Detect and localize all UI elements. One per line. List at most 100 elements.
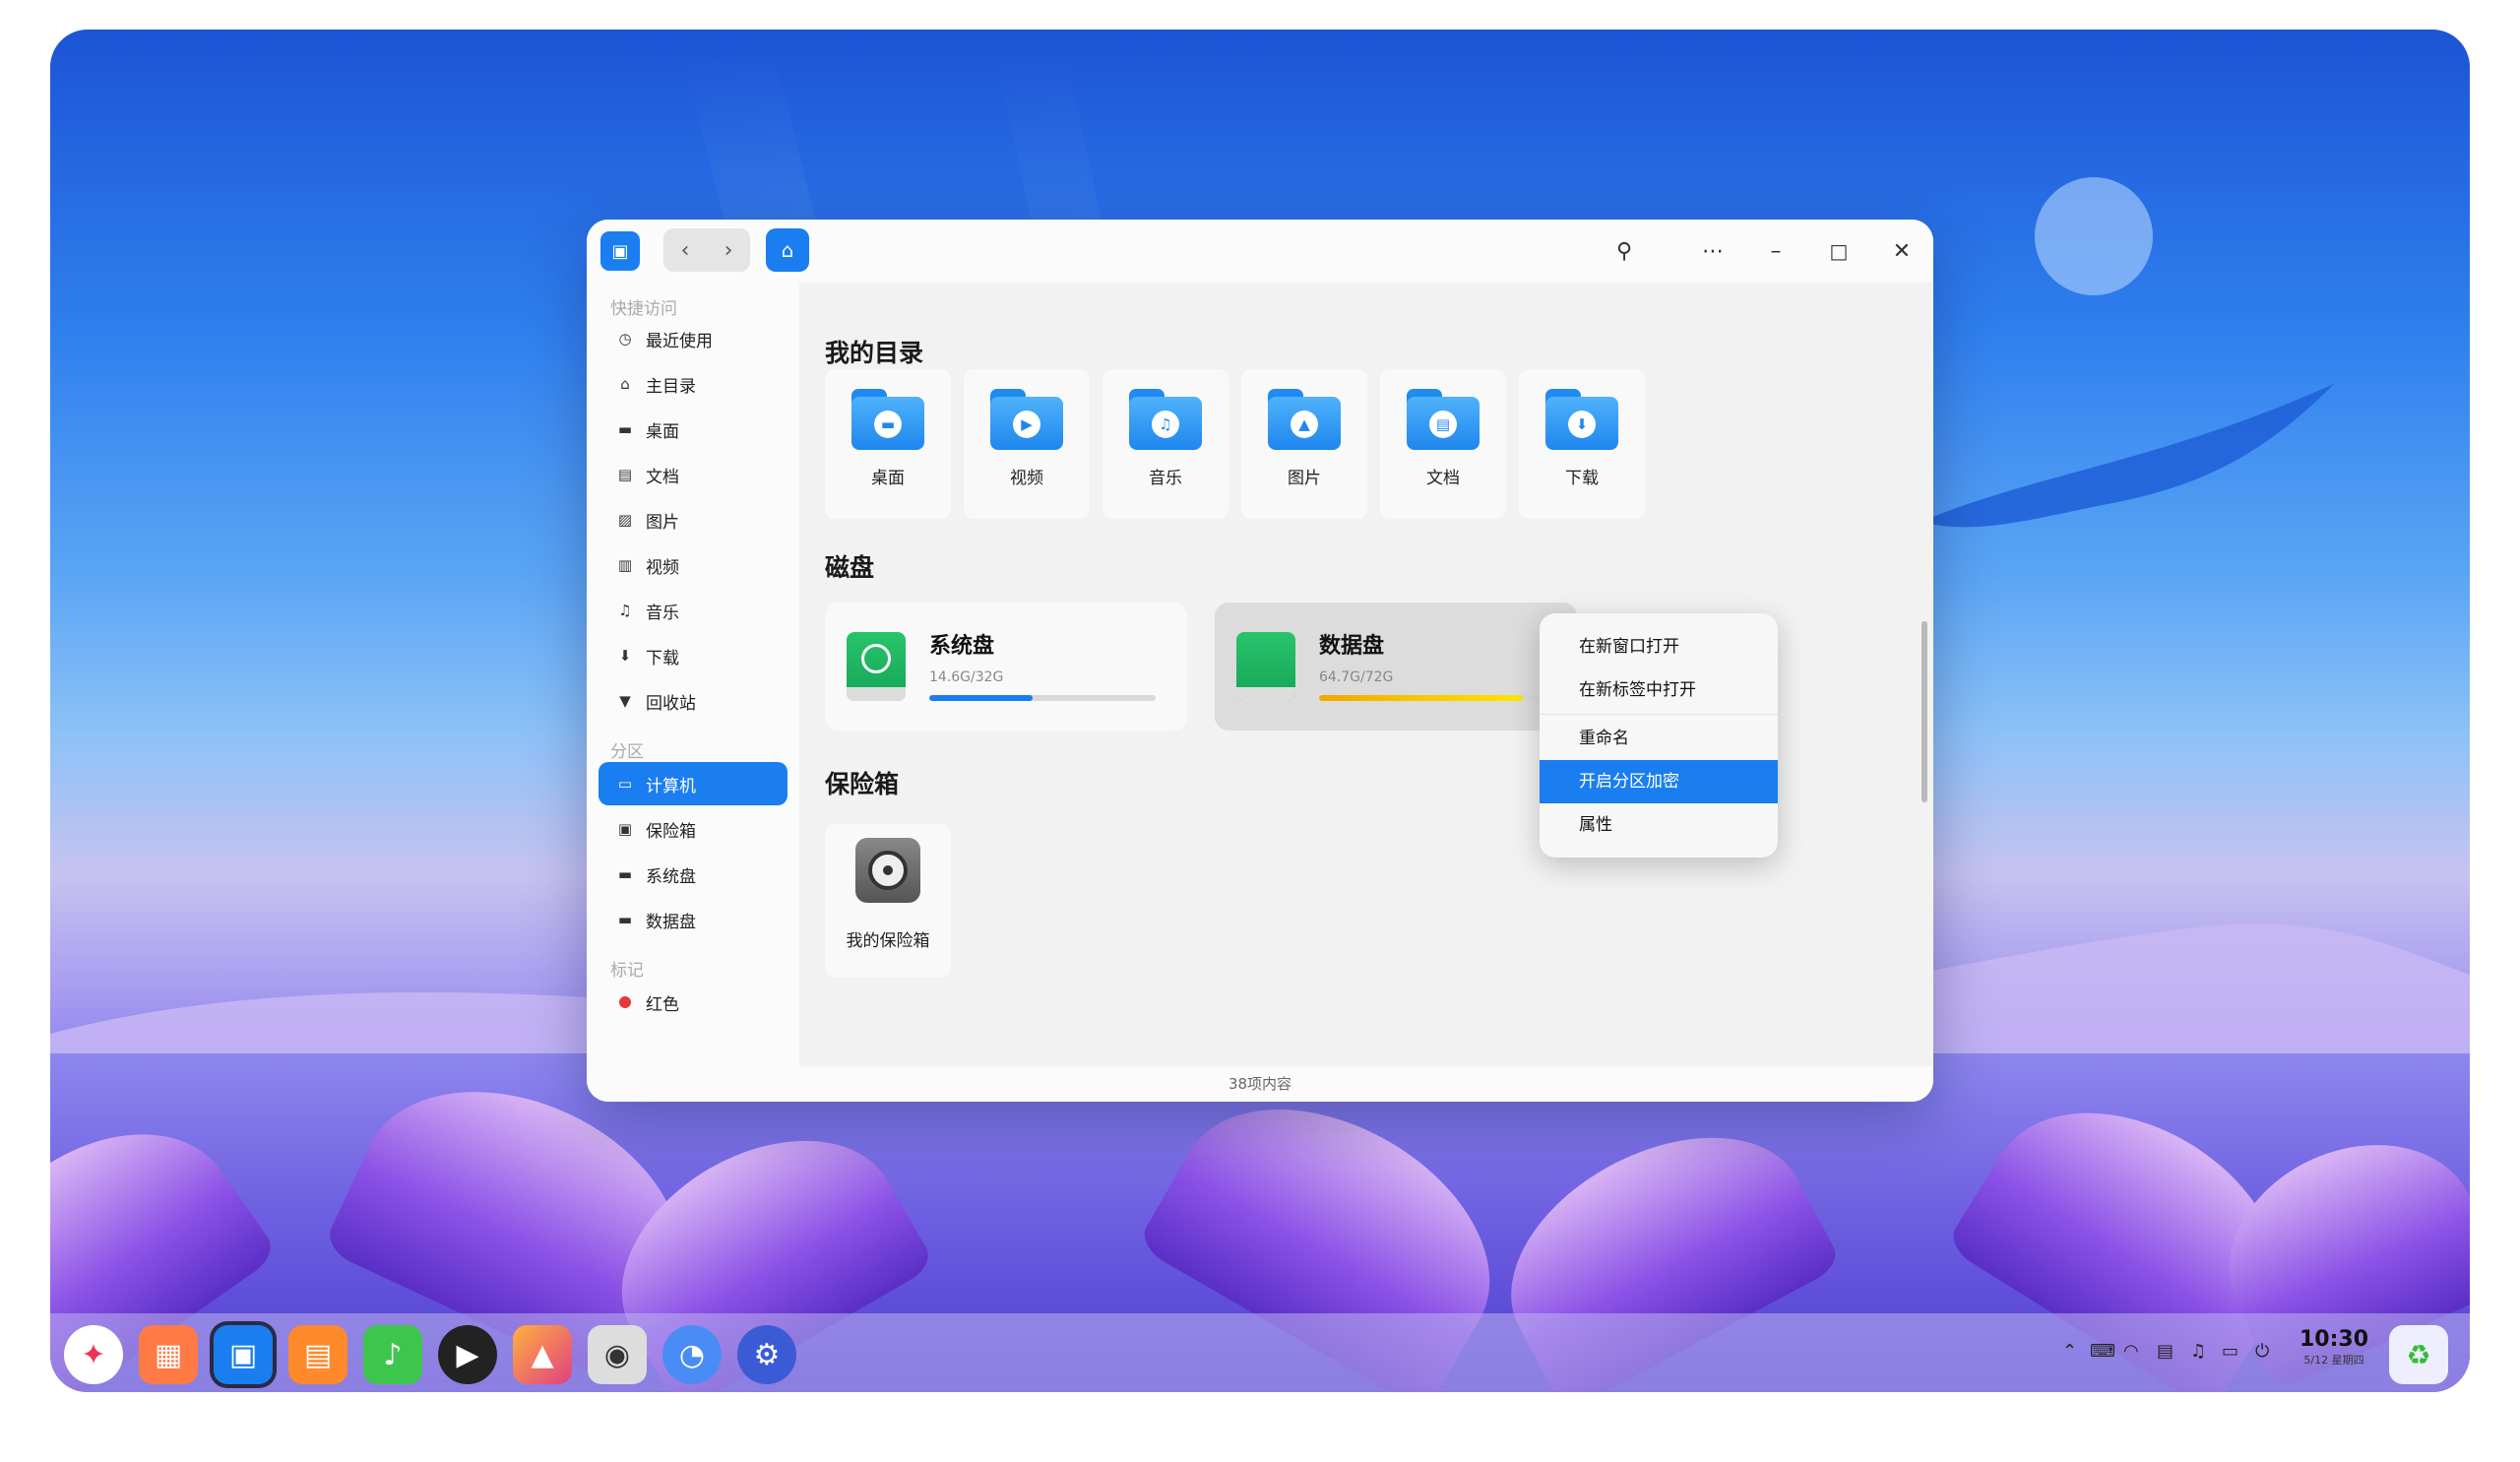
sidebar-item-label: 回收站: [646, 693, 696, 714]
menu-item-enable-encryption[interactable]: 开启分区加密: [1540, 760, 1778, 803]
sidebar-item-system-disk[interactable]: ▬ 系统盘: [598, 853, 788, 896]
section-label-partitions: 分区: [610, 742, 644, 762]
sidebar-item-label: 视频: [646, 557, 679, 578]
disk-usage-bar: [1319, 695, 1545, 701]
sidebar-item-recent[interactable]: ◷ 最近使用: [598, 317, 788, 360]
sidebar-item-desktop[interactable]: ▬ 桌面: [598, 408, 788, 451]
clock-icon: ◷: [618, 330, 632, 348]
moon-decoration: [2035, 177, 2153, 295]
disk-usage-bar: [929, 695, 1156, 701]
sidebar-item-music[interactable]: ♫ 音乐: [598, 589, 788, 632]
vault-label: 我的保险箱: [846, 931, 930, 951]
picture-folder-icon: ▲: [1268, 389, 1341, 450]
dir-card-downloads[interactable]: ⬇ 下载: [1519, 369, 1645, 519]
minimize-icon[interactable]: –: [1758, 233, 1794, 269]
sidebar: 快捷访问 ◷ 最近使用 ⌂ 主目录 ▬ 桌面 ▤ 文档 ▨ 图片 ▥ 视频 ♫ 音乐 ⬇ 下载 …: [587, 283, 799, 1066]
disk-card-system[interactable]: 系统盘 14.6G/32G: [825, 603, 1187, 731]
browser-icon[interactable]: ◔: [662, 1325, 722, 1384]
sidebar-item-label: 桌面: [646, 421, 679, 442]
system-disk-icon: [847, 632, 906, 701]
scrollbar[interactable]: [1922, 621, 1927, 802]
disk-icon: ▬: [617, 911, 633, 928]
status-bar: 38项内容: [587, 1066, 1933, 1102]
sidebar-item-computer[interactable]: ▭ 计算机: [598, 762, 788, 805]
vault-icon: ▣: [617, 820, 633, 838]
dir-label: 音乐: [1149, 469, 1182, 488]
menu-item-properties[interactable]: 属性: [1540, 803, 1778, 847]
sidebar-item-vault[interactable]: ▣ 保险箱: [598, 807, 788, 851]
taskbar: ✦ ▦ ▣ ▤ ♪ ▶ ▲ ◉ ◔ ⚙ ⌃ ⌨ ◠ ▤ ♫ ▭ ⏻ 10:30 …: [50, 1313, 2470, 1392]
clock-time: 10:30: [2300, 1327, 2369, 1352]
sidebar-item-tag-red[interactable]: 红色: [598, 981, 788, 1024]
launcher-icon[interactable]: ✦: [64, 1325, 123, 1384]
recycle-bin-icon[interactable]: ♻: [2389, 1325, 2448, 1384]
sidebar-item-label: 系统盘: [646, 866, 696, 887]
wifi-icon[interactable]: ◠: [2123, 1341, 2139, 1362]
dir-card-videos[interactable]: ▶ 视频: [964, 369, 1090, 519]
sidebar-item-downloads[interactable]: ⬇ 下载: [598, 634, 788, 677]
dir-card-pictures[interactable]: ▲ 图片: [1241, 369, 1367, 519]
disk-name: 系统盘: [929, 634, 995, 659]
keyboard-icon[interactable]: ⌨: [2090, 1341, 2115, 1362]
music-icon[interactable]: ♪: [363, 1325, 422, 1384]
desktop-folder-icon: ▬: [851, 389, 924, 450]
search-icon[interactable]: ⚲: [1606, 233, 1642, 269]
data-disk-icon: [1236, 632, 1295, 701]
disk-usage-fill: [1319, 695, 1523, 701]
tray-expand-icon[interactable]: ⌃: [2062, 1341, 2077, 1362]
maximize-icon[interactable]: □: [1821, 233, 1857, 269]
settings-icon[interactable]: ⚙: [737, 1325, 796, 1384]
battery-icon[interactable]: ▭: [2222, 1341, 2238, 1362]
photos-icon[interactable]: ▲: [513, 1325, 572, 1384]
computer-icon: ▭: [617, 775, 633, 793]
disk-icon: ▬: [617, 865, 633, 883]
sidebar-item-label: 图片: [646, 512, 679, 533]
download-folder-icon: ⬇: [1545, 389, 1618, 450]
movie-icon[interactable]: ▶: [438, 1325, 497, 1384]
dir-label: 视频: [1010, 469, 1043, 488]
my-directories-title: 我的目录: [825, 339, 924, 367]
titlebar: ▣ ‹ › ⌂ ⚲ ⋯ – □ ✕: [587, 220, 1933, 283]
home-crumb-icon[interactable]: ⌂: [766, 228, 809, 272]
sidebar-item-documents[interactable]: ▤ 文档: [598, 453, 788, 496]
sidebar-item-trash[interactable]: ▼ 回收站: [598, 679, 788, 723]
forward-button[interactable]: ›: [707, 228, 750, 272]
disk-card-data[interactable]: 数据盘 64.7G/72G: [1215, 603, 1577, 731]
power-icon[interactable]: ⏻: [2255, 1341, 2269, 1362]
home-icon: ⌂: [620, 375, 630, 393]
document-icon: ▤: [617, 466, 633, 483]
dir-card-music[interactable]: ♫ 音乐: [1102, 369, 1228, 519]
sidebar-item-label: 保险箱: [646, 821, 696, 842]
clock[interactable]: 10:30 5/12 星期四: [2300, 1327, 2368, 1367]
camera-icon[interactable]: ◉: [588, 1325, 647, 1384]
download-icon: ⬇: [618, 647, 632, 665]
menu-item-open-new-window[interactable]: 在新窗口打开: [1540, 625, 1778, 668]
whale-decoration: [1921, 384, 2334, 528]
sidebar-item-label: 下载: [646, 648, 679, 668]
menu-item-rename[interactable]: 重命名: [1540, 717, 1778, 760]
back-button[interactable]: ‹: [663, 228, 707, 272]
dir-label: 桌面: [871, 469, 905, 488]
sidebar-item-home[interactable]: ⌂ 主目录: [598, 362, 788, 406]
sidebar-item-label: 红色: [646, 994, 679, 1015]
more-options-icon[interactable]: ⋯: [1695, 233, 1731, 269]
menu-item-open-new-tab[interactable]: 在新标签中打开: [1540, 668, 1778, 712]
app-store-icon[interactable]: ▤: [288, 1325, 347, 1384]
context-menu: 在新窗口打开 在新标签中打开 重命名 开启分区加密 属性: [1540, 613, 1778, 858]
sidebar-item-videos[interactable]: ▥ 视频: [598, 543, 788, 587]
section-label-quick: 快捷访问: [610, 299, 677, 319]
vault-card[interactable]: 我的保险箱: [825, 824, 951, 978]
sidebar-item-pictures[interactable]: ▨ 图片: [598, 498, 788, 541]
close-icon[interactable]: ✕: [1884, 233, 1920, 269]
file-manager-icon[interactable]: ▣: [214, 1325, 273, 1384]
desktop-icon: ▬: [617, 420, 633, 438]
trash-icon: ▼: [619, 692, 631, 710]
toggle-icon[interactable]: ▤: [2157, 1341, 2174, 1362]
sidebar-item-data-disk[interactable]: ▬ 数据盘: [598, 898, 788, 941]
sidebar-item-label: 计算机: [646, 776, 696, 796]
multitask-icon[interactable]: ▦: [139, 1325, 198, 1384]
notification-icon[interactable]: ♫: [2190, 1341, 2206, 1362]
dir-card-desktop[interactable]: ▬ 桌面: [825, 369, 951, 519]
disk-size: 14.6G/32G: [929, 669, 1004, 685]
dir-card-documents[interactable]: ▤ 文档: [1380, 369, 1506, 519]
